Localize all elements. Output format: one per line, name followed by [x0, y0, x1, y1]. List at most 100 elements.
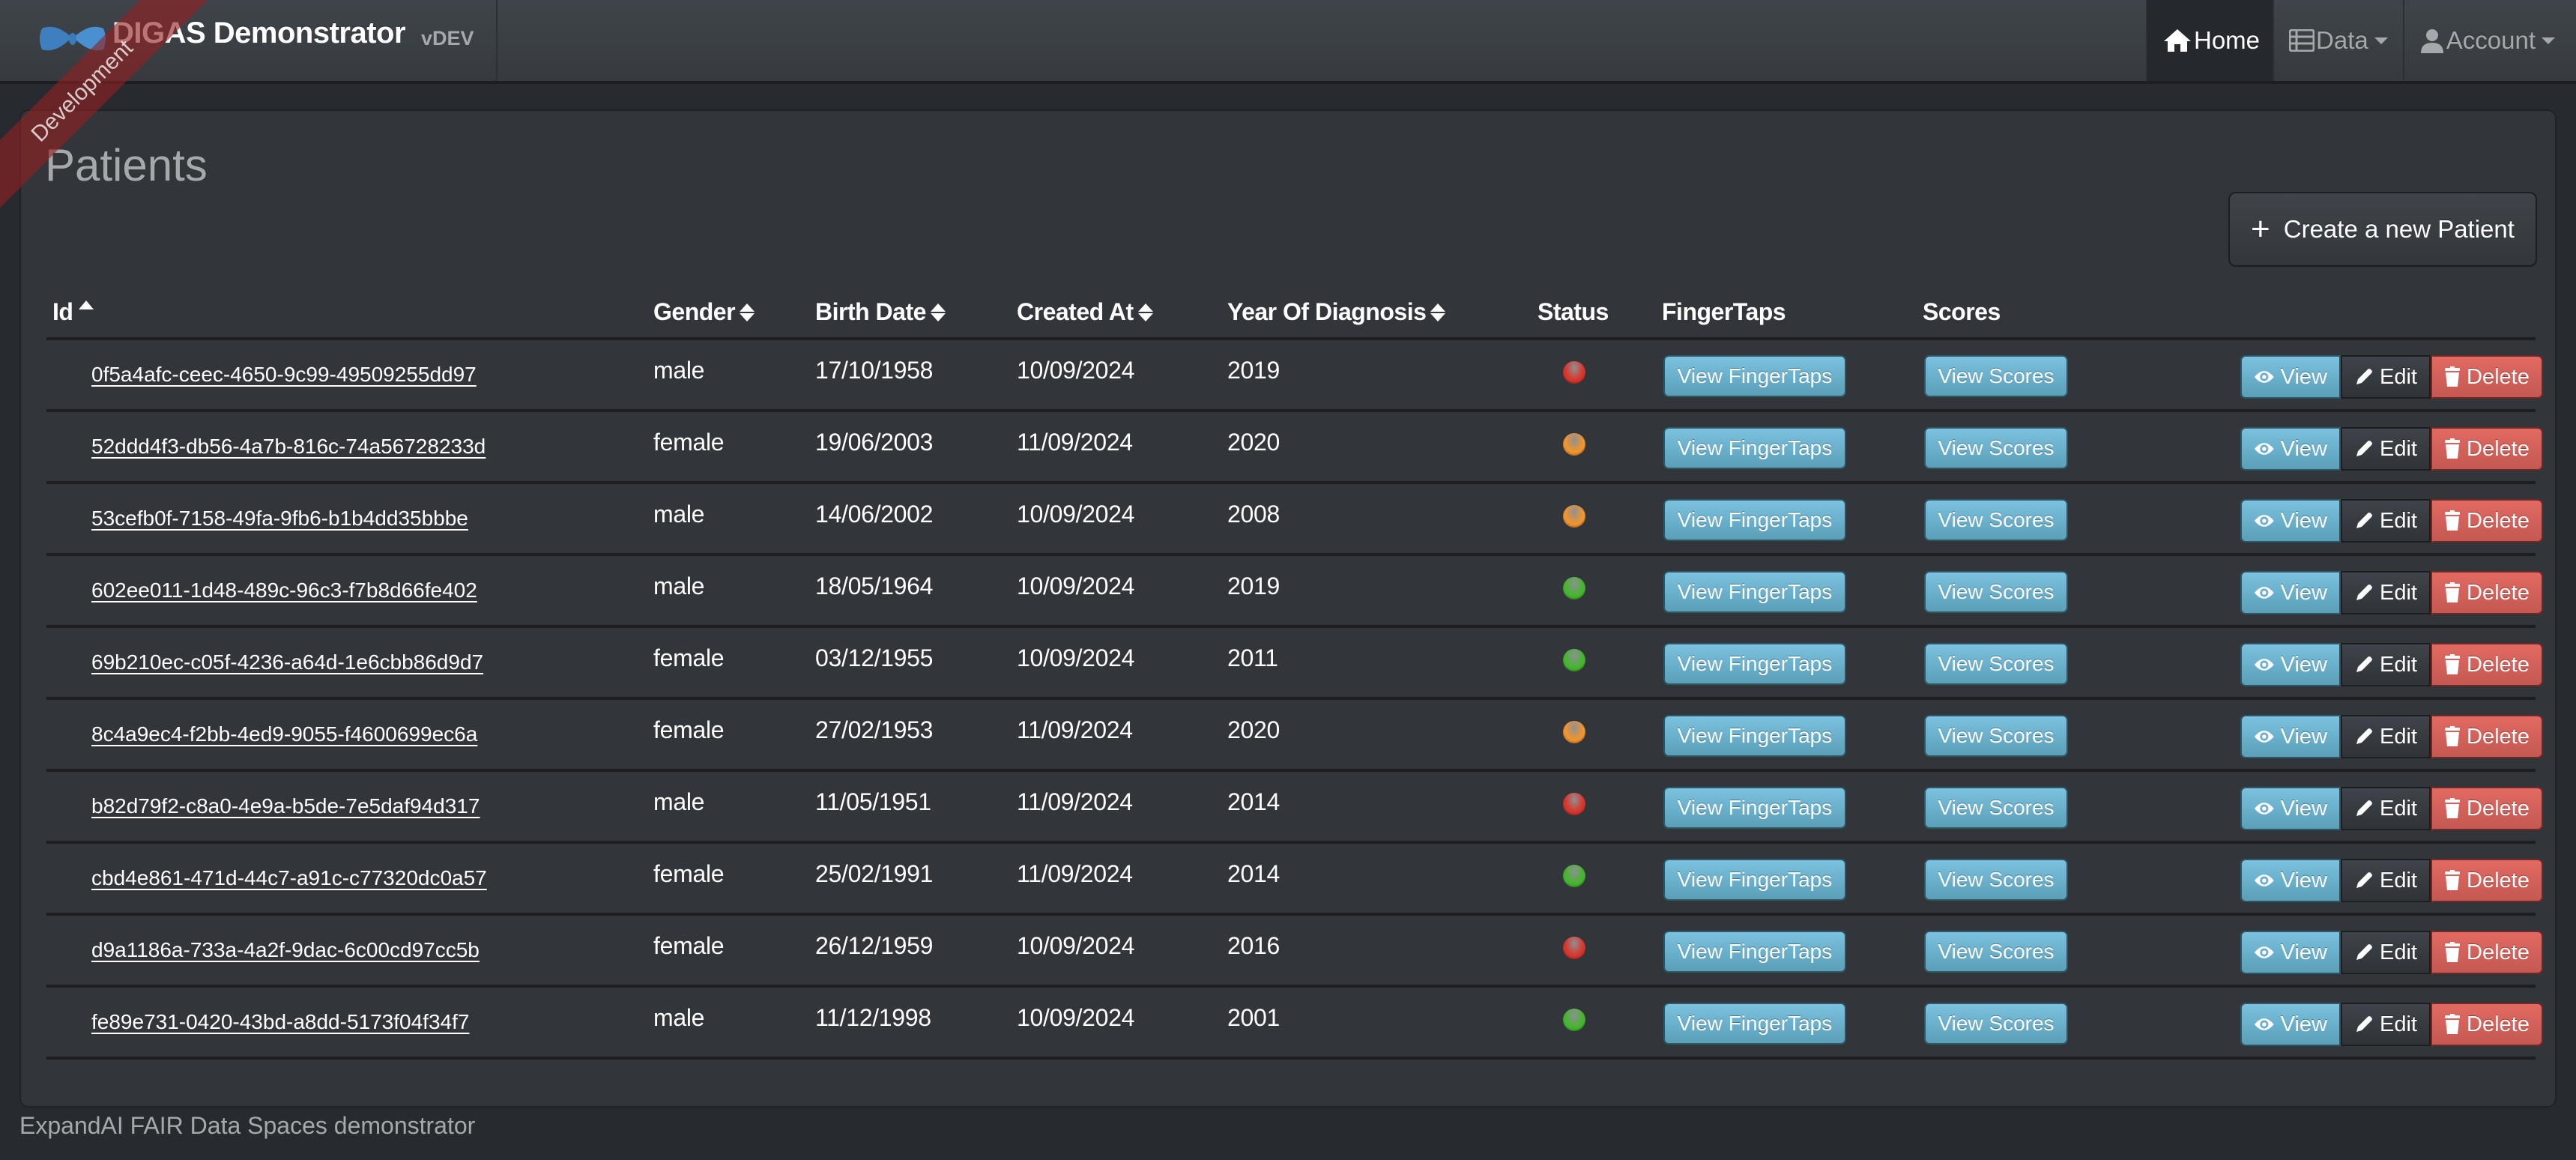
view-fingertaps-button[interactable]: View FingerTaps: [1663, 499, 1846, 541]
eye-icon: [2254, 1018, 2274, 1030]
patient-id-link[interactable]: b82d79f2-c8a0-4e9a-b5de-7e5daf94d317: [91, 794, 480, 818]
view-scores-label: View Scores: [1938, 508, 2055, 531]
edit-button[interactable]: Edit: [2341, 355, 2431, 399]
edit-button[interactable]: Edit: [2341, 1003, 2431, 1046]
delete-button[interactable]: Delete: [2431, 355, 2543, 399]
column-header-gender[interactable]: Gender: [653, 298, 755, 326]
view-button[interactable]: View: [2240, 859, 2341, 902]
patient-id-link[interactable]: 52ddd4f3-db56-4a7b-816c-74a56728233d: [91, 435, 486, 459]
view-button[interactable]: View: [2240, 427, 2341, 471]
patient-id-link[interactable]: d9a1186a-733a-4a2f-9dac-6c00cd97cc5b: [91, 938, 480, 962]
view-button[interactable]: View: [2240, 715, 2341, 758]
delete-button[interactable]: Delete: [2431, 643, 2543, 686]
delete-label: Delete: [2467, 940, 2530, 964]
column-header-created-at[interactable]: Created At: [1017, 298, 1153, 326]
brand-version: vDEV: [421, 27, 474, 49]
row-actions: View Edit Delete: [2240, 715, 2543, 758]
delete-button[interactable]: Delete: [2431, 1003, 2543, 1046]
view-fingertaps-button[interactable]: View FingerTaps: [1663, 571, 1846, 613]
trash-icon: [2445, 870, 2460, 890]
view-button[interactable]: View: [2240, 643, 2341, 686]
sort-ascending-icon[interactable]: [79, 300, 94, 309]
column-header-year-of-diagnosis[interactable]: Year Of Diagnosis: [1227, 298, 1446, 326]
delete-button[interactable]: Delete: [2431, 787, 2543, 830]
table-row: 53cefb0f-7158-49fa-9fb6-b1b4dd35bbbe male…: [46, 484, 2543, 556]
view-scores-label: View Scores: [1938, 580, 2055, 603]
view-fingertaps-button[interactable]: View FingerTaps: [1663, 787, 1846, 829]
create-patient-button[interactable]: + Create a new Patient: [2228, 192, 2537, 267]
row-actions: View Edit Delete: [2240, 787, 2543, 830]
column-header-label: Scores: [1923, 298, 2001, 325]
view-fingertaps-button[interactable]: View FingerTaps: [1663, 859, 1846, 901]
delete-button[interactable]: Delete: [2431, 427, 2543, 471]
nav-account-dropdown[interactable]: Account: [2402, 0, 2570, 81]
view-label: View: [2280, 724, 2327, 749]
column-header-fingertaps: FingerTaps: [1662, 298, 1786, 326]
view-scores-button[interactable]: View Scores: [1924, 931, 2068, 973]
column-header-birth-date[interactable]: Birth Date: [815, 298, 946, 326]
delete-button[interactable]: Delete: [2431, 715, 2543, 758]
view-scores-label: View Scores: [1938, 724, 2055, 747]
column-header-status: Status: [1538, 298, 1609, 326]
view-scores-button[interactable]: View Scores: [1924, 355, 2068, 397]
view-scores-button[interactable]: View Scores: [1924, 643, 2068, 685]
table-row: 8c4a9ec4-f2bb-4ed9-9055-f4600699ec6a fema…: [46, 700, 2543, 772]
view-scores-button[interactable]: View Scores: [1924, 715, 2068, 757]
patient-id-link[interactable]: 53cefb0f-7158-49fa-9fb6-b1b4dd35bbbe: [91, 507, 468, 531]
view-button[interactable]: View: [2240, 931, 2341, 974]
view-button[interactable]: View: [2240, 571, 2341, 614]
view-scores-label: View Scores: [1938, 364, 2055, 387]
nav-data-dropdown[interactable]: Data: [2273, 0, 2403, 81]
edit-button[interactable]: Edit: [2341, 787, 2431, 830]
delete-button[interactable]: Delete: [2431, 859, 2543, 902]
view-fingertaps-button[interactable]: View FingerTaps: [1663, 1003, 1846, 1045]
patient-id-link[interactable]: 69b210ec-c05f-4236-a64d-1e6cbb86d9d7: [91, 650, 483, 674]
delete-button[interactable]: Delete: [2431, 571, 2543, 614]
view-scores-button[interactable]: View Scores: [1924, 571, 2068, 613]
patient-id-link[interactable]: 8c4a9ec4-f2bb-4ed9-9055-f4600699ec6a: [91, 722, 477, 746]
brand[interactable]: DIGAS Demonstrator vDEV: [0, 0, 498, 81]
patient-id-link[interactable]: 0f5a4afc-ceec-4650-9c99-49509255dd97: [91, 363, 477, 387]
view-button[interactable]: View: [2240, 355, 2341, 399]
view-scores-button[interactable]: View Scores: [1924, 499, 2068, 541]
patient-id-link[interactable]: cbd4e861-471d-44c7-a91c-c77320dc0a57: [91, 866, 487, 890]
view-fingertaps-button[interactable]: View FingerTaps: [1663, 643, 1846, 685]
edit-button[interactable]: Edit: [2341, 931, 2431, 974]
delete-button[interactable]: Delete: [2431, 931, 2543, 974]
edit-button[interactable]: Edit: [2341, 859, 2431, 902]
view-scores-button[interactable]: View Scores: [1924, 427, 2068, 469]
status-indicator-icon: [1563, 577, 1585, 599]
view-label: View: [2280, 508, 2327, 533]
sort-icon[interactable]: [930, 303, 946, 321]
nav-home[interactable]: Home: [2146, 0, 2273, 81]
view-button[interactable]: View: [2240, 499, 2341, 543]
sort-icon[interactable]: [1137, 303, 1153, 321]
column-header-id[interactable]: Id: [52, 298, 94, 326]
view-scores-button[interactable]: View Scores: [1924, 1003, 2068, 1045]
birth-date-cell: 17/10/1958: [815, 357, 934, 384]
sort-icon[interactable]: [1430, 303, 1446, 321]
edit-button[interactable]: Edit: [2341, 571, 2431, 614]
edit-button[interactable]: Edit: [2341, 643, 2431, 686]
created-at-cell: 11/09/2024: [1017, 716, 1133, 743]
patient-id-link[interactable]: 602ee011-1d48-489c-96c3-f7b8d66fe402: [91, 579, 477, 602]
status-indicator-icon: [1563, 793, 1585, 815]
view-fingertaps-button[interactable]: View FingerTaps: [1663, 715, 1846, 757]
delete-button[interactable]: Delete: [2431, 499, 2543, 543]
view-fingertaps-button[interactable]: View FingerTaps: [1663, 427, 1846, 469]
view-button[interactable]: View: [2240, 787, 2341, 830]
eye-icon: [2254, 803, 2274, 815]
view-fingertaps-button[interactable]: View FingerTaps: [1663, 355, 1846, 397]
view-scores-button[interactable]: View Scores: [1924, 787, 2068, 829]
edit-button[interactable]: Edit: [2341, 427, 2431, 471]
status-indicator-icon: [1563, 865, 1585, 887]
pencil-icon: [2356, 513, 2372, 528]
patient-id-link[interactable]: fe89e731-0420-43bd-a8dd-5173f04f34f7: [91, 1010, 469, 1034]
sort-icon[interactable]: [740, 303, 755, 321]
view-fingertaps-button[interactable]: View FingerTaps: [1663, 931, 1846, 973]
edit-button[interactable]: Edit: [2341, 715, 2431, 758]
edit-button[interactable]: Edit: [2341, 499, 2431, 543]
view-button[interactable]: View: [2240, 1003, 2341, 1046]
gender-cell: male: [653, 1004, 705, 1031]
view-scores-button[interactable]: View Scores: [1924, 859, 2068, 901]
